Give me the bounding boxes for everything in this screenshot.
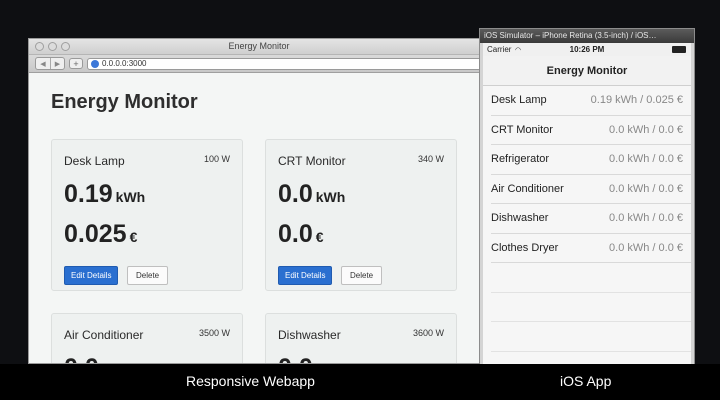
page-title: Energy Monitor [51, 91, 198, 113]
empty-table-row [491, 322, 691, 352]
device-wattage: 3600 W [412, 328, 444, 338]
phone-screen: Carrier ◠ 10:26 PM Energy Monitor Desk L… [483, 43, 691, 365]
browser-window: Energy Monitor ◀ ▶ + 0.0.0.0:3000 Energy… [28, 38, 490, 364]
edit-details-button[interactable]: Edit Details [278, 266, 333, 285]
simulator-title: iOS Simulator – iPhone Retina (3.5-inch)… [480, 29, 694, 43]
energy-value: 0.19 kWh [64, 180, 146, 208]
ios-simulator-window: iOS Simulator – iPhone Retina (3.5-inch)… [479, 28, 695, 366]
browser-title: Energy Monitor [228, 41, 290, 51]
energy-value: 0.0 [278, 354, 313, 363]
device-name: Air Conditioner [64, 328, 144, 342]
url-text: 0.0.0.0:3000 [102, 59, 147, 68]
status-time: 10:26 PM [569, 45, 605, 54]
empty-table-row [491, 263, 691, 293]
device-name: Desk Lamp [64, 154, 125, 168]
back-arrow-icon[interactable]: ◀ [36, 58, 50, 69]
table-row[interactable]: Desk Lamp 0.19 kWh / 0.025 € [491, 86, 691, 116]
browser-toolbar: ◀ ▶ + 0.0.0.0:3000 [29, 55, 489, 73]
energy-value: 0.0 kWh [278, 180, 346, 208]
battery-icon [672, 46, 686, 53]
table-row[interactable]: Refrigerator 0.0 kWh / 0.0 € [491, 145, 691, 175]
device-card-desk-lamp: Desk Lamp 100 W 0.19 kWh 0.025 € Edit Deta… [51, 139, 243, 291]
device-table: Desk Lamp 0.19 kWh / 0.025 € CRT Monitor… [483, 86, 691, 352]
status-bar: Carrier ◠ 10:26 PM [483, 43, 691, 56]
table-row[interactable]: Clothes Dryer 0.0 kWh / 0.0 € [491, 234, 691, 263]
globe-icon [91, 59, 99, 68]
browser-titlebar: Energy Monitor [29, 39, 489, 55]
device-name: Dishwasher [278, 328, 341, 342]
cost-value: 0.025 € [64, 220, 138, 248]
delete-button[interactable]: Delete [127, 266, 169, 285]
table-row[interactable]: Dishwasher 0.0 kWh / 0.0 € [491, 204, 691, 234]
url-bar[interactable]: 0.0.0.0:3000 [87, 57, 483, 70]
empty-table-row [491, 293, 691, 322]
device-card-crt-monitor: CRT Monitor 340 W 0.0 kWh 0.0 € Edit Detai… [265, 139, 457, 291]
edit-details-button[interactable]: Edit Details [64, 266, 119, 285]
caption-ios-app: iOS App [560, 373, 612, 389]
caption-webapp: Responsive Webapp [186, 373, 315, 389]
nav-buttons: ◀ ▶ [35, 57, 65, 70]
device-wattage: 3500 W [198, 328, 230, 338]
new-tab-button[interactable]: + [69, 58, 83, 69]
table-row[interactable]: CRT Monitor 0.0 kWh / 0.0 € [491, 116, 691, 145]
delete-button[interactable]: Delete [341, 266, 383, 285]
device-card-air-conditioner: Air Conditioner 3500 W 0.0 [51, 313, 243, 363]
caption-bar [0, 364, 720, 400]
device-wattage: 340 W [417, 154, 444, 164]
ios-nav-title: Energy Monitor [483, 56, 691, 86]
table-row[interactable]: Air Conditioner 0.0 kWh / 0.0 € [491, 175, 691, 204]
device-wattage: 100 W [203, 154, 230, 164]
cost-value: 0.0 € [278, 220, 324, 248]
forward-arrow-icon[interactable]: ▶ [50, 58, 64, 69]
device-name: CRT Monitor [278, 154, 346, 168]
energy-value: 0.0 [64, 354, 99, 363]
device-card-dishwasher: Dishwasher 3600 W 0.0 [265, 313, 457, 363]
